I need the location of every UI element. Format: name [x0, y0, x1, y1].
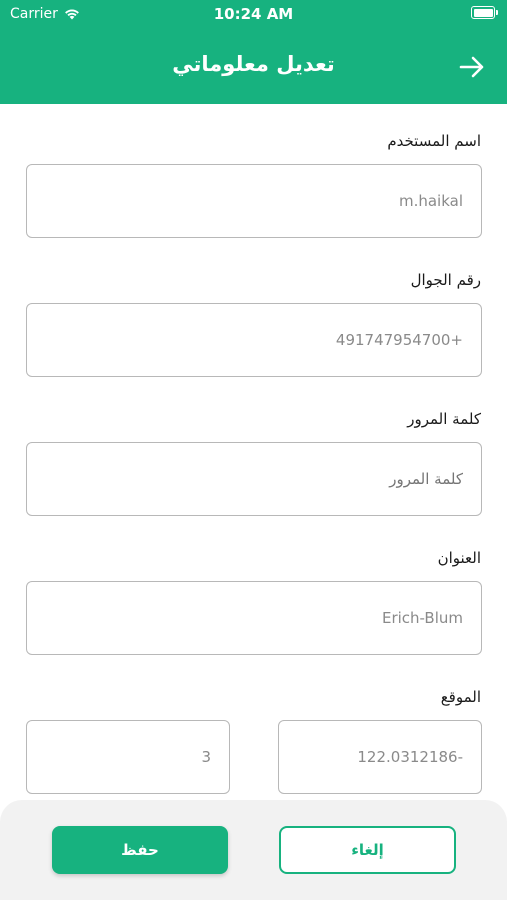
username-label: اسم المستخدم	[387, 132, 481, 150]
back-button[interactable]	[457, 52, 487, 82]
cancel-button-label: إلغاء	[351, 841, 384, 859]
location-label: الموقع	[440, 688, 481, 706]
longitude-field-box	[278, 720, 482, 794]
username-field-box	[26, 164, 482, 238]
cancel-button[interactable]: إلغاء	[279, 826, 456, 874]
longitude-field[interactable]	[279, 721, 481, 793]
password-label: كلمة المرور	[407, 410, 481, 428]
address-field[interactable]	[27, 582, 481, 654]
address-field-box	[26, 581, 482, 655]
mobile-field-box	[26, 303, 482, 377]
battery-icon	[471, 6, 498, 19]
action-footer: حفظ إلغاء	[0, 800, 507, 900]
mobile-label: رقم الجوال	[410, 271, 481, 289]
save-button-label: حفظ	[121, 841, 159, 859]
address-label: العنوان	[437, 549, 481, 567]
app-header: Carrier 10:24 AM تعديل معلوماتي	[0, 0, 507, 104]
page-title: تعديل معلوماتي	[172, 52, 335, 76]
mobile-field[interactable]	[27, 304, 481, 376]
status-time: 10:24 AM	[213, 5, 294, 23]
save-button[interactable]: حفظ	[52, 826, 228, 874]
number-field[interactable]	[27, 721, 229, 793]
password-field-box	[26, 442, 482, 516]
password-field[interactable]	[27, 443, 481, 515]
username-field[interactable]	[27, 165, 481, 237]
number-field-box	[26, 720, 230, 794]
arrow-right-icon	[459, 56, 484, 78]
status-bar: Carrier 10:24 AM	[0, 0, 507, 28]
